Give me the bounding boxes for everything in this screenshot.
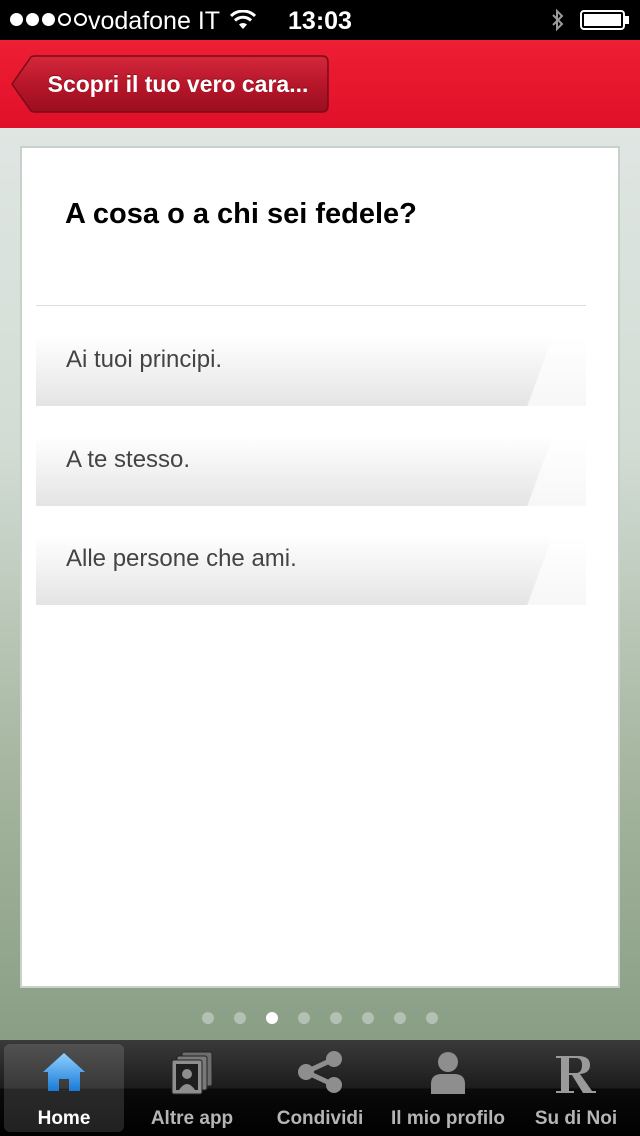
tab-label: Su di Noi bbox=[534, 1108, 618, 1129]
page-dot bbox=[362, 1012, 374, 1024]
battery-icon bbox=[580, 10, 630, 30]
tab-label: Il mio profilo bbox=[391, 1108, 505, 1129]
tab-home[interactable]: Home bbox=[0, 1040, 128, 1136]
tab-su-di-noi[interactable]: Su di Noi bbox=[512, 1040, 640, 1136]
answer-label: A te stesso. bbox=[66, 446, 191, 473]
apps-icon bbox=[128, 1050, 256, 1102]
page-indicator[interactable] bbox=[0, 1012, 640, 1024]
page-dot bbox=[330, 1012, 342, 1024]
tab-altre-app[interactable]: Altre app bbox=[128, 1040, 256, 1136]
bluetooth-icon bbox=[550, 8, 566, 37]
home-icon bbox=[0, 1050, 128, 1102]
tab-label: Home bbox=[37, 1108, 91, 1129]
back-button[interactable]: Scopri il tuo vero cara... bbox=[11, 55, 329, 113]
status-bar: vodafone IT 13:03 bbox=[0, 0, 640, 40]
navigation-bar: Scopri il tuo vero cara... bbox=[0, 40, 640, 128]
page-dot bbox=[426, 1012, 438, 1024]
page-dot bbox=[234, 1012, 246, 1024]
question-title: A cosa o a chi sei fedele? bbox=[65, 198, 417, 230]
page-dot-active bbox=[266, 1012, 278, 1024]
tab-il-mio-profilo[interactable]: Il mio profilo bbox=[384, 1040, 512, 1136]
tab-label: Altre app bbox=[150, 1108, 234, 1129]
tab-label: Condividi bbox=[276, 1108, 364, 1129]
page-dot bbox=[202, 1012, 214, 1024]
page-dot bbox=[298, 1012, 310, 1024]
tab-condividi[interactable]: Condividi bbox=[256, 1040, 384, 1136]
page-dot bbox=[394, 1012, 406, 1024]
answer-option[interactable]: Ai tuoi principi. bbox=[36, 336, 586, 406]
share-icon bbox=[256, 1050, 384, 1102]
answer-label: Alle persone che ami. bbox=[66, 545, 297, 572]
tab-bar: Home Altre app Condividi Il mio profilo … bbox=[0, 1040, 640, 1136]
back-button-label: Scopri il tuo vero cara... bbox=[47, 71, 309, 97]
about-icon bbox=[512, 1050, 640, 1102]
content-area: A cosa o a chi sei fedele? Ai tuoi princ… bbox=[0, 128, 640, 1040]
answer-option[interactable]: A te stesso. bbox=[36, 436, 586, 506]
answer-option[interactable]: Alle persone che ami. bbox=[36, 535, 586, 605]
answer-label: Ai tuoi principi. bbox=[66, 346, 223, 373]
question-card: A cosa o a chi sei fedele? Ai tuoi princ… bbox=[20, 146, 620, 988]
profile-icon bbox=[384, 1050, 512, 1102]
divider bbox=[36, 305, 586, 306]
status-time: 13:03 bbox=[288, 7, 352, 35]
